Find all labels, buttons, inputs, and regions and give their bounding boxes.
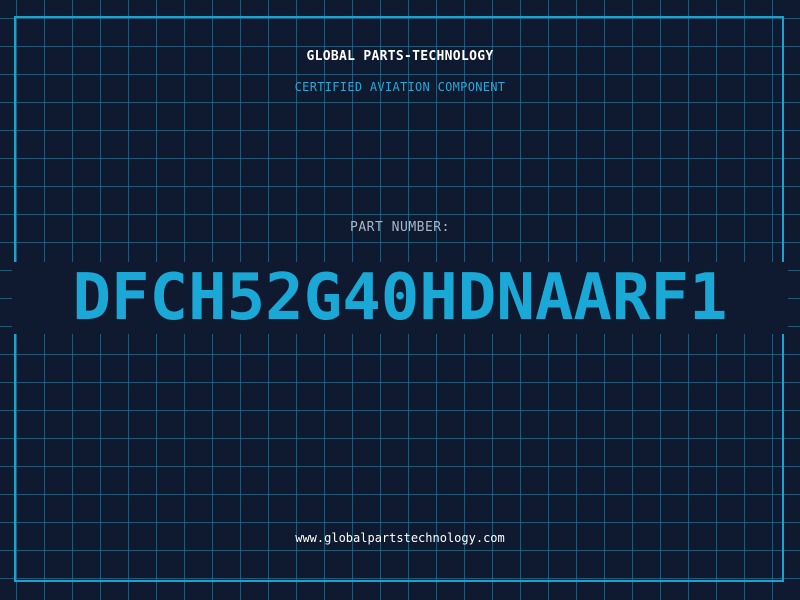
part-number-label: PART NUMBER: [350,220,450,235]
website-url: www.globalpartstechnology.com [295,531,505,545]
part-number-value: DFCH52G40HDNAARF1 [72,261,728,335]
brand-title: GLOBAL PARTS-TECHNOLOGY [306,49,494,64]
certification-subtitle: CERTIFIED AVIATION COMPONENT [294,80,506,94]
